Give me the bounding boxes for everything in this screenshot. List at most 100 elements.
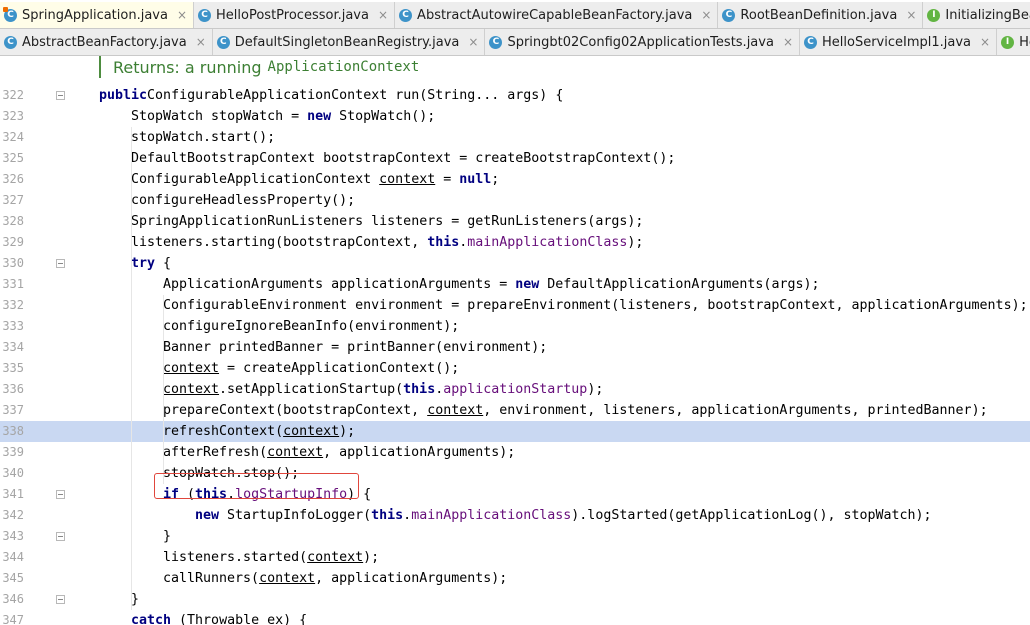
line-number: 332 — [2, 298, 24, 312]
code-line[interactable]: 332 ConfigurableEnvironment environment =… — [0, 295, 1030, 316]
line-number: 343 — [2, 529, 24, 543]
editor-tab[interactable]: IHelloService.java× — [997, 29, 1030, 55]
editor-tab[interactable]: C HelloServiceImpl1.java × — [800, 29, 998, 55]
tab-close-icon[interactable]: × — [378, 8, 388, 22]
line-number: 339 — [2, 445, 24, 459]
code-line[interactable]: 324 stopWatch.start(); — [0, 127, 1030, 148]
code-variable-underlined: context — [163, 382, 220, 397]
code-line[interactable]: 335 context = createApplicationContext(); — [0, 358, 1030, 379]
code-line[interactable]: 322 publicConfigurableApplicationContext … — [0, 85, 1030, 106]
code-line[interactable]: 333 configureIgnoreBeanInfo(environment); — [0, 316, 1030, 337]
code-keyword: this — [371, 508, 404, 523]
code-text: context.setApplicationStartup(this.appli… — [163, 379, 603, 400]
code-line[interactable]: 323 StopWatch stopWatch = new StopWatch()… — [0, 106, 1030, 127]
code-line[interactable]: 330 try { — [0, 253, 1030, 274]
refresh-context-highlight-box — [154, 473, 359, 499]
fold-toggle-icon[interactable] — [56, 595, 65, 604]
code-token: stopWatch.start(); — [131, 130, 276, 145]
code-line[interactable]: 345 callRunners(context, applicationArgum… — [0, 568, 1030, 589]
fold-toggle-icon[interactable] — [56, 259, 65, 268]
code-field: mainApplicationClass — [411, 508, 572, 523]
code-line[interactable]: 334 Banner printedBanner = printBanner(en… — [0, 337, 1030, 358]
tab-close-icon[interactable]: × — [701, 8, 711, 22]
code-variable-underlined: context — [307, 550, 364, 565]
code-text: listeners.starting(bootstrapContext, thi… — [131, 232, 643, 253]
line-number: 333 — [2, 319, 24, 333]
tab-close-icon[interactable]: × — [468, 35, 478, 49]
code-line[interactable]: 342 new StartupInfoLogger(this.mainApplic… — [0, 505, 1030, 526]
line-number: 335 — [2, 361, 24, 375]
code-line[interactable]: 346} — [0, 589, 1030, 610]
code-variable-underlined: context — [427, 403, 484, 418]
code-line[interactable]: 344 listeners.started(context); — [0, 547, 1030, 568]
code-line[interactable]: 325 DefaultBootstrapContext bootstrapCont… — [0, 148, 1030, 169]
code-editor[interactable]: Returns: a running ApplicationContext 32… — [0, 56, 1030, 625]
code-variable-underlined: context — [163, 361, 220, 376]
editor-tab[interactable]: C HelloPostProcessor.java × — [194, 2, 396, 28]
code-token: } — [163, 529, 172, 544]
code-line[interactable]: 329 listeners.starting(bootstrapContext, … — [0, 232, 1030, 253]
code-variable-underlined: context — [283, 424, 340, 439]
editor-tab[interactable]: C Springbt02Config02ApplicationTests.java… — [485, 29, 800, 55]
editor-tab-label: InitializingBean.java — [945, 7, 1030, 23]
line-number: 342 — [2, 508, 24, 522]
code-line[interactable]: 328 SpringApplicationRunListeners listene… — [0, 211, 1030, 232]
code-token: ConfigurableEnvironment environment = pr… — [163, 298, 1028, 313]
code-token: configureHeadlessProperty(); — [131, 193, 356, 208]
doc-returns-text: Returns: a running — [113, 57, 262, 77]
code-text: StopWatch stopWatch = new StopWatch(); — [131, 106, 435, 127]
editor-tab[interactable]: IInitializingBean.java× — [923, 2, 1030, 28]
code-line-current[interactable]: 338 refreshContext(context); — [0, 421, 1030, 442]
code-token: , environment, listeners, applicationArg… — [483, 403, 988, 418]
code-text: prepareContext(bootstrapContext, context… — [163, 400, 988, 421]
editor-tab[interactable]: C RootBeanDefinition.java × — [718, 2, 924, 28]
editor-tab[interactable]: C AbstractAutowireCapableBeanFactory.java… — [395, 2, 719, 28]
code-line[interactable]: 347 catch (Throwable ex) { — [0, 610, 1030, 625]
editor-tab[interactable]: C SpringApplication.java × — [0, 2, 195, 28]
tab-close-icon[interactable]: × — [196, 35, 206, 49]
code-line[interactable]: 326 ConfigurableApplicationContext contex… — [0, 169, 1030, 190]
code-keyword: null — [459, 172, 492, 187]
line-number: 330 — [2, 256, 24, 270]
code-variable-underlined: context — [259, 571, 316, 586]
tab-close-icon[interactable]: × — [980, 35, 990, 49]
editor-tab-label: DefaultSingletonBeanRegistry.java — [234, 34, 460, 50]
code-token: ; — [491, 172, 500, 187]
line-number: 322 — [2, 88, 24, 102]
code-token: StopWatch stopWatch = — [131, 109, 308, 124]
class-icon: C — [198, 8, 212, 22]
code-text: callRunners(context, applicationArgument… — [163, 568, 507, 589]
tab-close-icon[interactable]: × — [177, 8, 187, 22]
editor-tab-label: SpringApplication.java — [22, 7, 168, 23]
editor-tabs-row-1: C SpringApplication.java × C HelloPostProces… — [0, 2, 1030, 29]
class-icon: C — [722, 8, 736, 22]
fold-toggle-icon[interactable] — [56, 91, 65, 100]
code-token: DefaultApplicationArguments(args); — [539, 277, 820, 292]
code-text: ConfigurableApplicationContext context =… — [131, 169, 499, 190]
code-line[interactable]: 343} — [0, 526, 1030, 547]
code-line[interactable]: 336 context.setApplicationStartup(this.ap… — [0, 379, 1030, 400]
code-token: listeners.starting(bootstrapContext, — [131, 235, 428, 250]
line-number: 326 — [2, 172, 24, 186]
tab-close-icon[interactable]: × — [906, 8, 916, 22]
line-number: 331 — [2, 277, 24, 291]
fold-toggle-icon[interactable] — [56, 532, 65, 541]
code-line[interactable]: 339 afterRefresh(context, applicationArgu… — [0, 442, 1030, 463]
code-token: ConfigurableApplicationContext — [131, 172, 380, 187]
code-token: { — [155, 256, 172, 271]
fold-toggle-icon[interactable] — [56, 490, 65, 499]
code-line[interactable]: 327 configureHeadlessProperty(); — [0, 190, 1030, 211]
line-number: 338 — [2, 424, 24, 438]
editor-tab[interactable]: C DefaultSingletonBeanRegistry.java × — [213, 29, 486, 55]
code-text: configureHeadlessProperty(); — [131, 190, 355, 211]
editor-tab-label: HelloServiceImpl1.java — [822, 34, 971, 50]
code-token: ); — [587, 382, 604, 397]
tab-close-icon[interactable]: × — [783, 35, 793, 49]
code-line[interactable]: 331 ApplicationArguments applicationArgum… — [0, 274, 1030, 295]
class-icon: C — [399, 8, 413, 22]
code-token: prepareContext(bootstrapContext, — [163, 403, 428, 418]
code-line[interactable]: 337 prepareContext(bootstrapContext, cont… — [0, 400, 1030, 421]
code-keyword: catch — [131, 613, 172, 625]
editor-tab[interactable]: C AbstractBeanFactory.java × — [0, 29, 213, 55]
code-text: publicConfigurableApplicationContext run… — [99, 85, 563, 106]
